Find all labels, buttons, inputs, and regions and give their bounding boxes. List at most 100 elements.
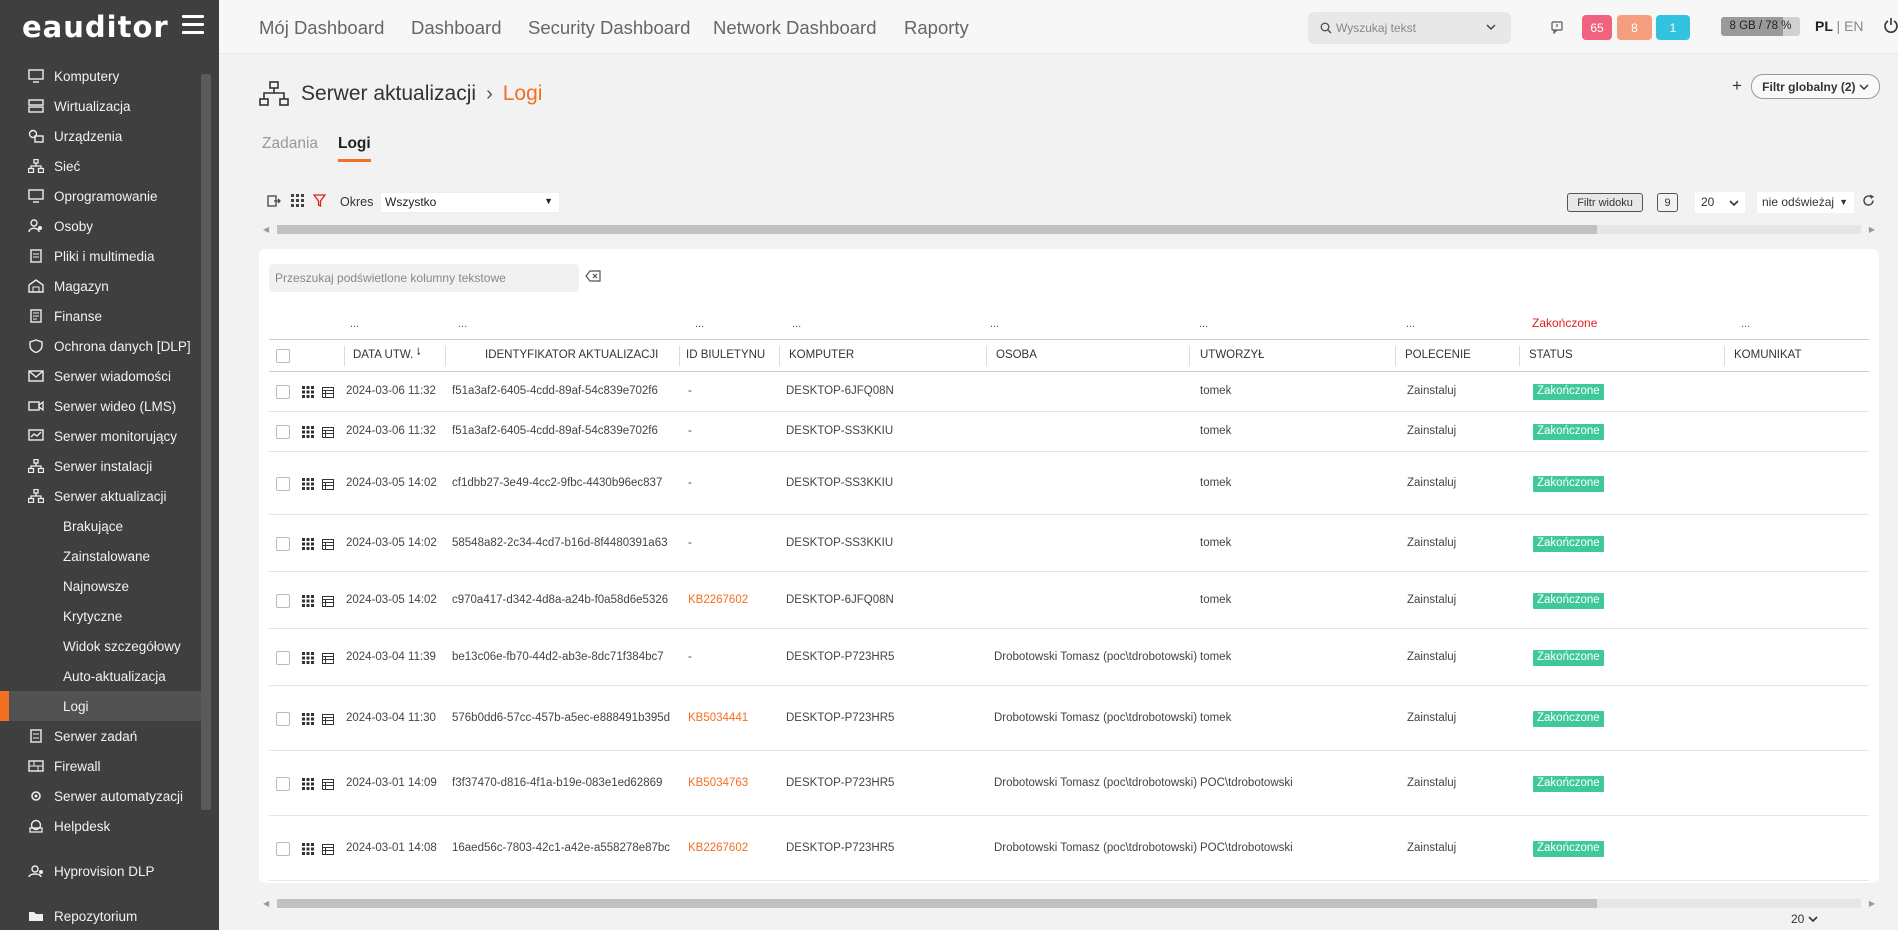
sidebar-item-serwer-instalacji[interactable]: Serwer instalacji: [0, 451, 201, 481]
sidebar-item-ochrona-danych-dlp[interactable]: Ochrona danych [DLP]: [0, 331, 201, 361]
nav-my-dashboard[interactable]: Mój Dashboard: [259, 17, 384, 39]
sidebar-item-serwer-automatyzacji[interactable]: Serwer automatyzacji: [0, 781, 201, 811]
sidebar-item-hyprovision-dlp[interactable]: Hyprovision DLP: [0, 856, 201, 886]
column-filter-7[interactable]: Zakończone: [1532, 316, 1597, 330]
tab-logi[interactable]: Logi: [338, 135, 371, 162]
cell-kb[interactable]: KB2267602: [688, 594, 748, 606]
export-icon[interactable]: [267, 194, 281, 208]
column-header-komunikat[interactable]: KOMUNIKAT: [1734, 349, 1802, 361]
column-filter-6[interactable]: ...: [1406, 318, 1415, 330]
column-filter-5[interactable]: ...: [1199, 318, 1208, 330]
row-actions-grid-icon[interactable]: [302, 478, 314, 490]
sidebar-item-sieć[interactable]: Sieć: [0, 151, 201, 181]
sidebar-item-auto-aktualizacja[interactable]: Auto-aktualizacja: [0, 661, 201, 691]
chevron-down-icon[interactable]: [1485, 21, 1497, 33]
sidebar-item-brakujące[interactable]: Brakujące: [0, 511, 201, 541]
row-checkbox[interactable]: [276, 477, 290, 491]
nav-dashboard[interactable]: Dashboard: [411, 17, 502, 39]
sidebar-item-krytyczne[interactable]: Krytyczne: [0, 601, 201, 631]
row-details-icon[interactable]: [322, 539, 334, 550]
column-filter-1[interactable]: ...: [458, 318, 467, 330]
bottom-horizontal-scrollbar[interactable]: ◀ ▶: [259, 896, 1879, 910]
sidebar-item-serwer-monitorujący[interactable]: Serwer monitorujący: [0, 421, 201, 451]
column-filter-0[interactable]: ...: [350, 318, 359, 330]
sidebar-item-logi[interactable]: Logi: [0, 691, 201, 721]
column-separator[interactable]: [1395, 346, 1396, 366]
table-row[interactable]: 2024-03-01 14:09 f3f37470-d816-4f1a-b19e-…: [269, 751, 1869, 816]
column-filter-3[interactable]: ...: [792, 318, 801, 330]
sidebar-item-oprogramowanie[interactable]: Oprogramowanie: [0, 181, 201, 211]
table-row[interactable]: 2024-03-05 14:02 c970a417-d342-4d8a-a24b-…: [269, 572, 1869, 629]
table-row[interactable]: 2024-03-01 14:08 16aed56c-7803-42c1-a42e-…: [269, 816, 1869, 881]
top-horizontal-scrollbar[interactable]: ◀ ▶: [259, 222, 1879, 236]
column-header-id-biuletynu[interactable]: ID BIULETYNU: [686, 349, 765, 361]
filter-icon[interactable]: [313, 194, 326, 207]
period-select[interactable]: Wszystko ▼: [380, 192, 560, 213]
row-details-icon[interactable]: [322, 479, 334, 490]
table-row[interactable]: 2024-03-05 14:02 58548a82-2c34-4cd7-b16d-…: [269, 515, 1869, 572]
row-checkbox[interactable]: [276, 425, 290, 439]
sidebar-scrollbar[interactable]: [201, 74, 211, 810]
hamburger-menu-icon[interactable]: [182, 15, 204, 35]
row-checkbox[interactable]: [276, 842, 290, 856]
refresh-interval-select[interactable]: nie odświeżaj ▼: [1757, 192, 1854, 213]
sidebar-item-osoby[interactable]: Osoby: [0, 211, 201, 241]
row-actions-grid-icon[interactable]: [302, 595, 314, 607]
row-details-icon[interactable]: [322, 653, 334, 664]
column-header-status[interactable]: STATUS: [1529, 349, 1573, 361]
columns-grid-icon[interactable]: [291, 194, 304, 207]
column-separator[interactable]: [344, 346, 345, 366]
select-all-checkbox[interactable]: [276, 349, 290, 363]
column-filter-2[interactable]: ...: [695, 318, 704, 330]
nav-security-dashboard[interactable]: Security Dashboard: [528, 17, 690, 39]
sidebar-item-serwer-wiadomości[interactable]: Serwer wiadomości: [0, 361, 201, 391]
cell-kb[interactable]: KB5034441: [688, 712, 748, 724]
column-header-identyfikator-aktualizacji[interactable]: IDENTYFIKATOR AKTUALIZACJI: [485, 349, 658, 361]
row-checkbox[interactable]: [276, 777, 290, 791]
alert-badge-blue[interactable]: 1: [1656, 15, 1690, 40]
cell-kb[interactable]: KB2267602: [688, 842, 748, 854]
sidebar-item-wirtualizacja[interactable]: Wirtualizacja: [0, 91, 201, 121]
column-separator[interactable]: [1519, 346, 1520, 366]
column-filter-8[interactable]: ...: [1741, 318, 1750, 330]
clear-search-icon[interactable]: [585, 270, 601, 282]
table-row[interactable]: 2024-03-06 11:32 f51a3af2-6405-4cdd-89af-…: [269, 412, 1869, 452]
column-separator[interactable]: [986, 346, 987, 366]
alert-badge-red[interactable]: 65: [1582, 15, 1612, 40]
tab-zadania[interactable]: Zadania: [262, 135, 318, 153]
sidebar-item-pliki-i-multimedia[interactable]: Pliki i multimedia: [0, 241, 201, 271]
row-details-icon[interactable]: [322, 596, 334, 607]
row-checkbox[interactable]: [276, 651, 290, 665]
column-separator[interactable]: [1724, 346, 1725, 366]
row-checkbox[interactable]: [276, 537, 290, 551]
table-row[interactable]: 2024-03-04 11:30 576b0dd6-57cc-457b-a5ec-…: [269, 686, 1869, 751]
row-details-icon[interactable]: [322, 779, 334, 790]
table-text-search-input[interactable]: Przeszukaj podświetlone kolumny tekstowe: [269, 264, 579, 292]
column-filter-4[interactable]: ...: [990, 318, 999, 330]
row-actions-grid-icon[interactable]: [302, 713, 314, 725]
bottom-per-page-select[interactable]: 20: [1791, 912, 1818, 926]
sort-asc-icon[interactable]: ⇂: [414, 347, 422, 358]
row-checkbox[interactable]: [276, 594, 290, 608]
add-filter-icon[interactable]: +: [1732, 76, 1742, 96]
row-actions-grid-icon[interactable]: [302, 426, 314, 438]
row-actions-grid-icon[interactable]: [302, 652, 314, 664]
sidebar-item-firewall[interactable]: Firewall: [0, 751, 201, 781]
sidebar-item-zainstalowane[interactable]: Zainstalowane: [0, 541, 201, 571]
power-icon[interactable]: [1884, 17, 1898, 35]
global-search[interactable]: Wyszukaj tekst: [1308, 12, 1511, 44]
sidebar-item-finanse[interactable]: Finanse: [0, 301, 201, 331]
breadcrumb-parent[interactable]: Serwer aktualizacji: [301, 82, 476, 106]
row-details-icon[interactable]: [322, 844, 334, 855]
global-filter-button[interactable]: Filtr globalny (2): [1751, 74, 1880, 99]
cell-kb[interactable]: KB5034763: [688, 777, 748, 789]
lang-en[interactable]: EN: [1844, 18, 1863, 34]
row-actions-grid-icon[interactable]: [302, 386, 314, 398]
refresh-icon[interactable]: [1862, 194, 1875, 207]
sidebar-item-urządzenia[interactable]: Urządzenia: [0, 121, 201, 151]
nav-reports[interactable]: Raporty: [904, 17, 969, 39]
row-checkbox[interactable]: [276, 712, 290, 726]
column-separator[interactable]: [779, 346, 780, 366]
sidebar-item-serwer-wideo-lms[interactable]: Serwer wideo (LMS): [0, 391, 201, 421]
column-header-utworzy[interactable]: UTWORZYŁ: [1200, 349, 1265, 361]
